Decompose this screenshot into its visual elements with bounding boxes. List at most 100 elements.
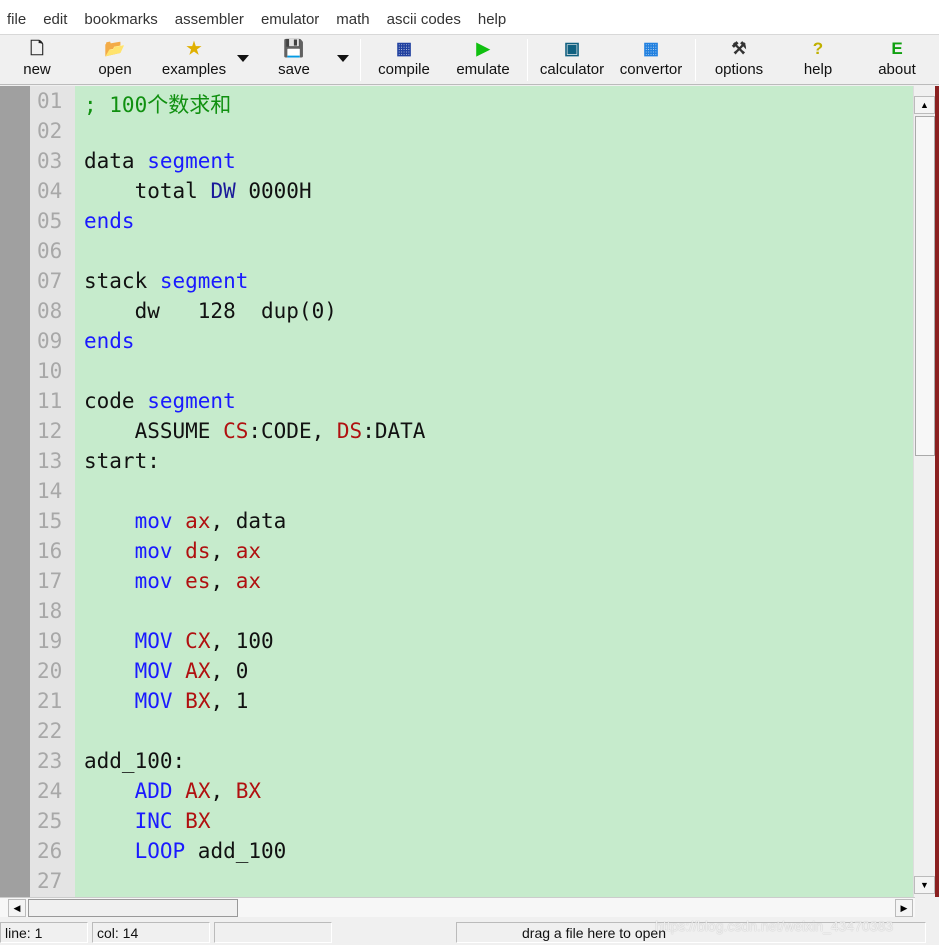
menu-assembler[interactable]: assembler	[175, 11, 244, 28]
code-line[interactable]: mov es, ax	[84, 569, 261, 593]
code-token: , 0	[210, 659, 249, 683]
scroll-right-button[interactable]: ▶	[895, 899, 913, 917]
save-button[interactable]: 💾 save	[254, 37, 334, 83]
code-line[interactable]: ends	[84, 209, 135, 233]
code-token: MOV	[134, 629, 173, 653]
compile-icon: ▦	[395, 39, 413, 58]
code-line[interactable]: ADD AX, BX	[84, 779, 261, 803]
code-token: , data	[210, 509, 287, 533]
line-number: 25	[37, 809, 63, 833]
menu-help[interactable]: help	[478, 11, 506, 28]
code-token: ends	[84, 209, 135, 233]
code-token: BX	[235, 779, 262, 803]
code-line[interactable]: mov ds, ax	[84, 539, 261, 563]
horizontal-scroll-thumb[interactable]	[28, 899, 238, 917]
calculator-button[interactable]: ▣ calculator	[532, 37, 612, 83]
compile-label: compile	[378, 61, 430, 78]
code-line[interactable]: mov ax, data	[84, 509, 287, 533]
scroll-down-button[interactable]: ▼	[914, 876, 935, 894]
code-line[interactable]: MOV AX, 0	[84, 659, 249, 683]
code-token: BX	[185, 689, 211, 713]
code-token: ax	[235, 569, 262, 593]
menu-bookmarks[interactable]: bookmarks	[84, 11, 157, 28]
vertical-scrollbar[interactable]: ▲ ▼	[913, 86, 935, 897]
code-token: AX	[185, 659, 211, 683]
code-line[interactable]: dw 128 dup(0)	[84, 299, 337, 323]
new-file-icon: 🗋	[30, 39, 44, 58]
convertor-button[interactable]: ▦ convertor	[611, 37, 691, 83]
examples-dropdown-arrow[interactable]	[237, 55, 249, 62]
code-line[interactable]: start:	[84, 449, 160, 473]
line-number: 16	[37, 539, 63, 563]
code-token: ,	[210, 569, 236, 593]
save-dropdown-arrow[interactable]	[337, 55, 349, 62]
code-line[interactable]: code segment	[84, 389, 236, 413]
new-button[interactable]: 🗋 new	[0, 37, 77, 83]
menu-file[interactable]: file	[7, 11, 26, 28]
emulate-button[interactable]: ▶ emulate	[443, 37, 523, 83]
menu-edit[interactable]: edit	[43, 11, 67, 28]
vertical-scroll-thumb[interactable]	[915, 116, 935, 456]
convertor-icon: ▦	[642, 39, 660, 58]
examples-button[interactable]: ★ examples	[154, 37, 234, 83]
code-line[interactable]: total DW 0000H	[84, 179, 312, 203]
play-icon: ▶	[476, 39, 490, 58]
code-line[interactable]: ; 100个数求和	[84, 89, 231, 119]
code-token: ax	[185, 509, 211, 533]
code-editor[interactable]: 01 ; 100个数求和 02 03 data segment 04 total DW 0…	[0, 86, 939, 897]
horizontal-scrollbar[interactable]: ◀ ▶	[0, 897, 915, 917]
code-line[interactable]: data segment	[84, 149, 236, 173]
code-token: :DATA	[362, 419, 426, 443]
code-token: ds	[185, 539, 211, 563]
code-token: INC	[134, 809, 173, 833]
code-token: mov	[134, 509, 173, 533]
options-label: options	[714, 61, 764, 78]
open-label: open	[98, 61, 132, 78]
code-line[interactable]: INC BX	[84, 809, 211, 833]
code-line[interactable]: MOV CX, 100	[84, 629, 274, 653]
code-token: DS	[336, 419, 363, 443]
code-token: segment	[147, 389, 236, 413]
menu-emulator[interactable]: emulator	[261, 11, 319, 28]
code-token: BX	[185, 809, 211, 833]
scroll-up-button[interactable]: ▲	[914, 96, 935, 114]
help-label: help	[803, 61, 833, 78]
line-number: 24	[37, 779, 63, 803]
open-button[interactable]: 📂 open	[75, 37, 155, 83]
code-token: DW	[210, 179, 236, 203]
help-button[interactable]: ? help	[778, 37, 858, 83]
scroll-left-button[interactable]: ◀	[8, 899, 26, 917]
code-token: total	[84, 179, 211, 203]
line-number: 12	[37, 419, 63, 443]
line-number: 02	[37, 119, 63, 143]
line-number: 17	[37, 569, 63, 593]
code-line[interactable]: LOOP add_100	[84, 839, 287, 863]
code-line[interactable]: add_100:	[84, 749, 185, 773]
about-button[interactable]: Eabout	[857, 37, 937, 83]
line-number: 20	[37, 659, 63, 683]
line-number: 13	[37, 449, 63, 473]
compile-button[interactable]: ▦ compile	[364, 37, 444, 83]
emulate-label: emulate	[456, 61, 510, 78]
bookmark-strip	[0, 86, 30, 897]
code-line[interactable]: MOV BX, 1	[84, 689, 249, 713]
window-edge	[935, 86, 939, 897]
menu-ascii-codes[interactable]: ascii codes	[387, 11, 461, 28]
code-line[interactable]: ASSUME CS:CODE, DS:DATA	[84, 419, 426, 443]
menu-math[interactable]: math	[336, 11, 369, 28]
line-number: 26	[37, 839, 63, 863]
code-token: segment	[147, 149, 236, 173]
line-number: 06	[37, 239, 63, 263]
code-line[interactable]: ends	[84, 329, 135, 353]
code-token: ,	[210, 539, 236, 563]
options-button[interactable]: ⚒ options	[699, 37, 779, 83]
code-token: CX	[185, 629, 211, 653]
code-token: , 100	[210, 629, 274, 653]
code-line[interactable]: stack segment	[84, 269, 248, 293]
